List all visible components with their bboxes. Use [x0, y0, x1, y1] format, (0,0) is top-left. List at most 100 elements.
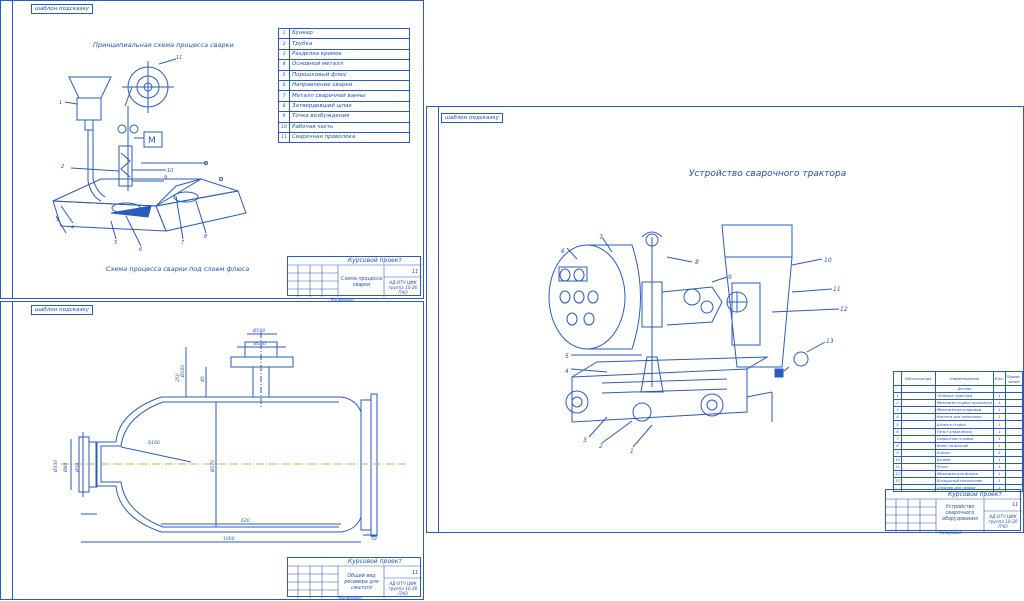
bom-qty: 1 [993, 463, 1006, 472]
group-label: АД-ОТЧ ЦФК группа 10-20 ПЧО [388, 581, 418, 596]
tractor-callout-6: 6 [561, 248, 565, 255]
tractor-callout-13: 13 [826, 338, 834, 345]
tractor-callout-4: 4 [565, 368, 569, 375]
callout-3: 3 [56, 217, 59, 223]
bom-row: 1 Тележка трактора 1 [893, 392, 1024, 401]
bom-header-note: Приме-чание [1004, 371, 1024, 386]
bom-designation [900, 406, 936, 415]
bom-qty: 1 [993, 455, 1006, 465]
callout-2: 2 [61, 164, 64, 170]
sheet-count: 11 [412, 570, 419, 576]
bom-name: Тележка трактора [934, 392, 995, 401]
bom-position: 10 [893, 455, 902, 465]
callout-1: 1 [59, 100, 62, 106]
bom-designation [900, 399, 936, 408]
callout-8: 8 [204, 234, 207, 240]
tractor-callout-7: 7 [599, 234, 603, 241]
bom-designation [900, 455, 936, 465]
bom-qty: 1 [993, 477, 1006, 486]
bom-note [1004, 427, 1024, 436]
bom-row: 10 Бункер 1 [893, 455, 1024, 465]
sheet-welding-tractor: шаблон подсказку Устройство сварочного т… [426, 106, 1024, 535]
bom-designation [900, 434, 936, 443]
bom-designation [900, 470, 936, 479]
bom-name: Сварочная головка [934, 434, 995, 443]
bom-row: 2 Механизм подачи проволоки 1 [893, 399, 1024, 408]
tractor-callout-8: 8 [695, 259, 699, 266]
dim-d80: Ø80 [62, 463, 69, 473]
bom-designation [900, 427, 936, 436]
callout-7: 7 [181, 240, 185, 246]
group-label: АД-ОТЧ ЦФК группа 10-20 ПЧО [388, 280, 418, 295]
dim-40: 40 [200, 376, 206, 382]
sheet-count: 11 [412, 269, 419, 275]
dim-d50: Ø50 [74, 463, 81, 473]
bom-position: 5 [893, 420, 902, 429]
sheet-receiver-view: шаблон подсказку Ø160 Ø100 Ø80 Ø50 Ø270 … [0, 301, 424, 600]
bom-designation [900, 477, 936, 486]
callout-6: 6 [139, 247, 142, 253]
bom-position: 9 [893, 448, 902, 457]
bom-name: Механизм регулировки [934, 406, 995, 415]
bom-section-title: Детали [934, 384, 995, 394]
bom-row: 9 Корпус 1 [893, 448, 1024, 457]
callout-5: 5 [114, 240, 117, 246]
group-label: АД-ОТЧ ЦФК группа 10-20 ПЧО [988, 514, 1018, 529]
bom-position: 2 [893, 399, 902, 408]
bom-row: 4 Кассета для проволоки 1 [893, 413, 1024, 422]
copy-label: Копировал [939, 530, 962, 535]
dim-1000: 1000 [223, 536, 235, 542]
bom-position: 13 [893, 477, 902, 486]
dim-50: 50 [371, 536, 377, 542]
callout-11: 11 [176, 55, 182, 61]
bom-qty: 1 [993, 427, 1006, 436]
dim-d270: Ø270 [209, 460, 216, 473]
title-block-sheet3: Курсовой проект Устройство сварочного об… [885, 489, 1021, 531]
bom-note [1004, 470, 1024, 479]
bom-note [1004, 441, 1024, 450]
tractor-callout-2: 2 [599, 443, 603, 450]
sheet-process-scheme: шаблон подсказку Принципиальная схема пр… [0, 0, 424, 302]
bom-designation [900, 420, 936, 429]
bom-note [1004, 463, 1024, 472]
tractor-callout-12: 12 [840, 306, 848, 313]
bom-note [1004, 434, 1024, 443]
bom-position: 7 [893, 434, 902, 443]
bom-qty: 1 [993, 441, 1006, 450]
bom-row: 3 Механизм регулировки 1 [893, 406, 1024, 415]
bom-name: Корпус [934, 448, 995, 457]
bom-row: 8 Флюс на выходе 1 [893, 441, 1024, 450]
bill-of-materials-table: Обозначение Наименование Кол. Приме-чани… [893, 371, 1024, 493]
sheet-count: 11 [1012, 502, 1019, 508]
drawing-name: Схема процесса сварки [341, 277, 382, 288]
callout-9: 9 [164, 175, 167, 181]
dim-620: 620 [241, 518, 250, 524]
bom-row: 11 Ручка 1 [893, 463, 1024, 472]
bom-name: Механизм для флюса [934, 470, 995, 479]
bom-note [1004, 392, 1024, 401]
bom-designation [900, 448, 936, 457]
tractor-callout-5: 5 [565, 353, 569, 360]
bom-qty: 1 [993, 392, 1006, 401]
bom-designation [900, 441, 936, 450]
bom-qty: 1 [993, 448, 1006, 457]
title-block-sheet2: Курсовой проект Общий вид ресивера для с… [287, 557, 421, 597]
tractor-callout-3: 3 [583, 437, 587, 444]
bom-designation [900, 392, 936, 401]
dim-d160: Ø160 [252, 327, 265, 334]
bom-qty: 1 [993, 470, 1006, 479]
bom-header-name: Наименование [934, 371, 995, 386]
bom-name: Бункер [934, 455, 995, 465]
bom-row: 12 Механизм для флюса 1 [893, 470, 1024, 479]
dim-r100: R100 [148, 440, 160, 446]
bom-name: Кассета для проволоки [934, 413, 995, 422]
callout-4: 4 [71, 225, 74, 231]
bom-position: 4 [893, 413, 902, 422]
bom-name: Штанга стойки [934, 420, 995, 429]
bom-qty: 1 [993, 406, 1006, 415]
bom-row: 7 Сварочная головка 1 [893, 434, 1024, 443]
bom-position: 12 [893, 470, 902, 479]
bom-header-qty: Кол. [993, 371, 1006, 386]
bom-header-pos [893, 371, 902, 386]
bom-name: Флюс на выходе [934, 441, 995, 450]
